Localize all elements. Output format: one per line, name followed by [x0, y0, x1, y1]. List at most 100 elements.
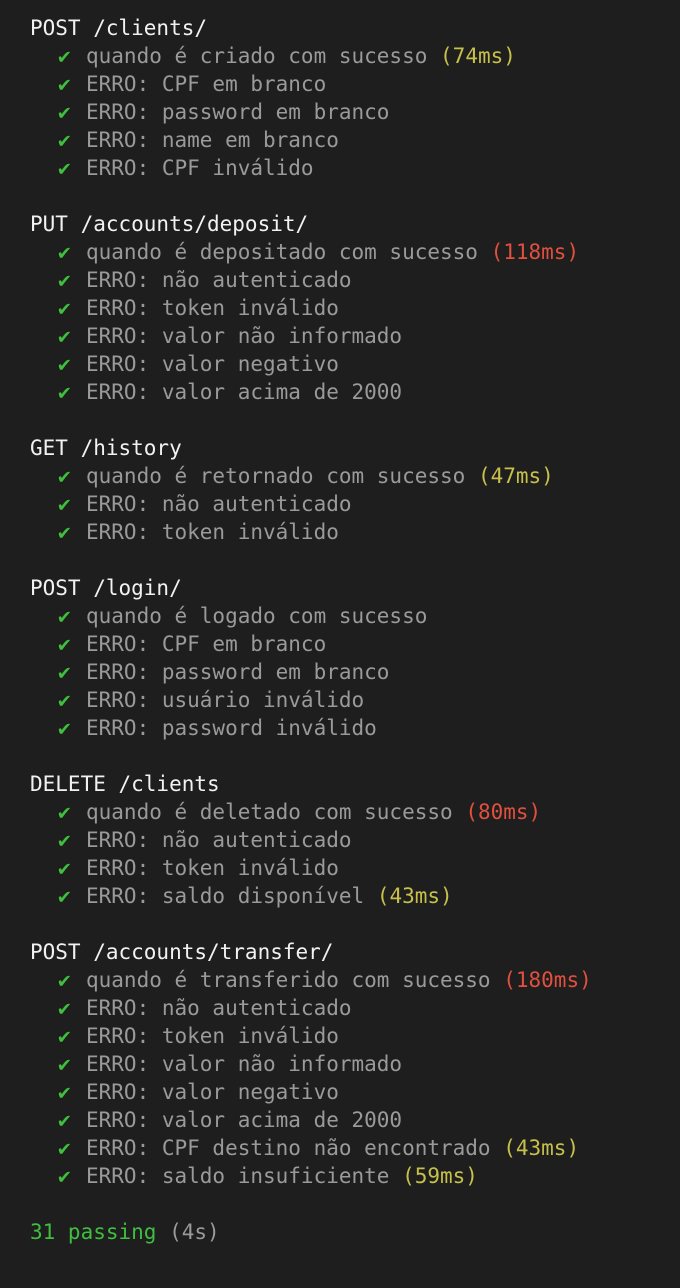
- test-suite: GET /history ✔ quando é retornado com suce…: [30, 434, 680, 546]
- check-icon: ✔: [58, 660, 71, 684]
- test-name: ERRO: não autenticado: [86, 996, 352, 1020]
- test-suite: POST /login/ ✔ quando é logado com sucesso…: [30, 574, 680, 742]
- check-icon: ✔: [58, 1136, 71, 1160]
- test-duration: (43ms): [376, 884, 453, 908]
- check-icon: ✔: [58, 968, 71, 992]
- test-duration: (47ms): [477, 464, 554, 488]
- test-name: ERRO: valor negativo: [86, 1080, 339, 1104]
- suite-title: POST /login/: [30, 576, 182, 600]
- check-icon: ✔: [58, 688, 71, 712]
- test-name: ERRO: password em branco: [86, 100, 390, 124]
- check-icon: ✔: [58, 856, 71, 880]
- test-name: ERRO: não autenticado: [86, 828, 352, 852]
- check-icon: ✔: [58, 44, 71, 68]
- test-suites: POST /clients/ ✔ quando é criado com suces…: [30, 14, 680, 1190]
- test-result: ✔ quando é logado com sucesso: [30, 602, 680, 630]
- test-suite: POST /accounts/transfer/ ✔ quando é transf…: [30, 938, 680, 1190]
- check-icon: ✔: [58, 1108, 71, 1132]
- suite-title: POST /accounts/transfer/: [30, 940, 334, 964]
- check-icon: ✔: [58, 520, 71, 544]
- test-name: ERRO: name em branco: [86, 128, 339, 152]
- test-suite: DELETE /clients ✔ quando é deletado com su…: [30, 770, 680, 910]
- check-icon: ✔: [58, 352, 71, 376]
- terminal-output: POST /clients/ ✔ quando é criado com suces…: [0, 0, 680, 1288]
- test-duration: (43ms): [503, 1136, 580, 1160]
- check-icon: ✔: [58, 268, 71, 292]
- test-name: quando é criado com sucesso: [86, 44, 428, 68]
- check-icon: ✔: [58, 464, 71, 488]
- test-result: ✔ ERRO: password inválido: [30, 714, 680, 742]
- test-name: ERRO: token inválido: [86, 296, 339, 320]
- check-icon: ✔: [58, 100, 71, 124]
- test-duration: (59ms): [402, 1164, 478, 1188]
- test-result: ✔ ERRO: password em branco: [30, 658, 680, 686]
- test-duration: (74ms): [440, 44, 516, 68]
- check-icon: ✔: [58, 1052, 71, 1076]
- test-result: ✔ quando é criado com sucesso (74ms): [30, 42, 680, 70]
- check-icon: ✔: [58, 324, 71, 348]
- check-icon: ✔: [58, 1164, 71, 1188]
- check-icon: ✔: [58, 128, 71, 152]
- check-icon: ✔: [58, 1024, 71, 1048]
- test-result: ✔ ERRO: valor não informado: [30, 322, 680, 350]
- test-name: ERRO: não autenticado: [86, 268, 352, 292]
- test-result: ✔ ERRO: valor negativo: [30, 1078, 680, 1106]
- test-result: ✔ ERRO: token inválido: [30, 294, 680, 322]
- test-result: ✔ ERRO: saldo insuficiente (59ms): [30, 1162, 680, 1190]
- test-name: ERRO: token inválido: [86, 1024, 339, 1048]
- check-icon: ✔: [58, 800, 71, 824]
- check-icon: ✔: [58, 156, 71, 180]
- check-icon: ✔: [58, 1080, 71, 1104]
- check-icon: ✔: [58, 380, 71, 404]
- test-suite: PUT /accounts/deposit/ ✔ quando é deposita…: [30, 210, 680, 406]
- test-result: ✔ ERRO: password em branco: [30, 98, 680, 126]
- test-name: ERRO: saldo insuficiente: [86, 1164, 390, 1188]
- test-duration: (118ms): [490, 240, 580, 264]
- test-result: ✔ ERRO: usuário inválido: [30, 686, 680, 714]
- test-name: ERRO: não autenticado: [86, 492, 352, 516]
- test-result: ✔ quando é retornado com sucesso (47ms): [30, 462, 680, 490]
- suite-title: DELETE /clients: [30, 772, 220, 796]
- test-result: ✔ ERRO: valor negativo: [30, 350, 680, 378]
- test-name: ERRO: valor não informado: [86, 324, 403, 348]
- test-name: quando é retornado com sucesso: [86, 464, 466, 488]
- check-icon: ✔: [58, 884, 71, 908]
- passing-count: 31 passing: [30, 1220, 157, 1244]
- test-result: ✔ ERRO: token inválido: [30, 1022, 680, 1050]
- test-result: ✔ ERRO: name em branco: [30, 126, 680, 154]
- test-name: ERRO: password inválido: [86, 716, 377, 740]
- check-icon: ✔: [58, 296, 71, 320]
- test-name: quando é transferido com sucesso: [86, 968, 491, 992]
- test-name: ERRO: token inválido: [86, 856, 339, 880]
- test-result: ✔ ERRO: não autenticado: [30, 994, 680, 1022]
- suite-title: PUT /accounts/deposit/: [30, 212, 309, 236]
- total-duration: (4s): [169, 1220, 220, 1244]
- check-icon: ✔: [58, 716, 71, 740]
- check-icon: ✔: [58, 828, 71, 852]
- test-summary: 31 passing (4s): [30, 1218, 680, 1246]
- test-name: quando é depositado com sucesso: [86, 240, 478, 264]
- test-suite: POST /clients/ ✔ quando é criado com suces…: [30, 14, 680, 182]
- test-result: ✔ ERRO: token inválido: [30, 518, 680, 546]
- test-result: ✔ ERRO: token inválido: [30, 854, 680, 882]
- check-icon: ✔: [58, 492, 71, 516]
- test-name: ERRO: token inválido: [86, 520, 339, 544]
- check-icon: ✔: [58, 72, 71, 96]
- test-name: ERRO: valor não informado: [86, 1052, 403, 1076]
- test-result: ✔ quando é deletado com sucesso (80ms): [30, 798, 680, 826]
- suite-title: POST /clients/: [30, 16, 208, 40]
- suite-title: GET /history: [30, 436, 182, 460]
- test-result: ✔ ERRO: não autenticado: [30, 490, 680, 518]
- test-name: ERRO: saldo disponível: [86, 884, 365, 908]
- test-result: ✔ ERRO: CPF inválido: [30, 154, 680, 182]
- test-name: quando é deletado com sucesso: [86, 800, 453, 824]
- check-icon: ✔: [58, 240, 71, 264]
- test-name: ERRO: password em branco: [86, 660, 390, 684]
- test-result: ✔ quando é depositado com sucesso (118ms): [30, 238, 680, 266]
- test-name: ERRO: CPF em branco: [86, 632, 327, 656]
- test-name: ERRO: valor negativo: [86, 352, 339, 376]
- test-result: ✔ ERRO: CPF em branco: [30, 630, 680, 658]
- check-icon: ✔: [58, 996, 71, 1020]
- test-result: ✔ ERRO: CPF destino não encontrado (43ms): [30, 1134, 680, 1162]
- test-name: ERRO: usuário inválido: [86, 688, 365, 712]
